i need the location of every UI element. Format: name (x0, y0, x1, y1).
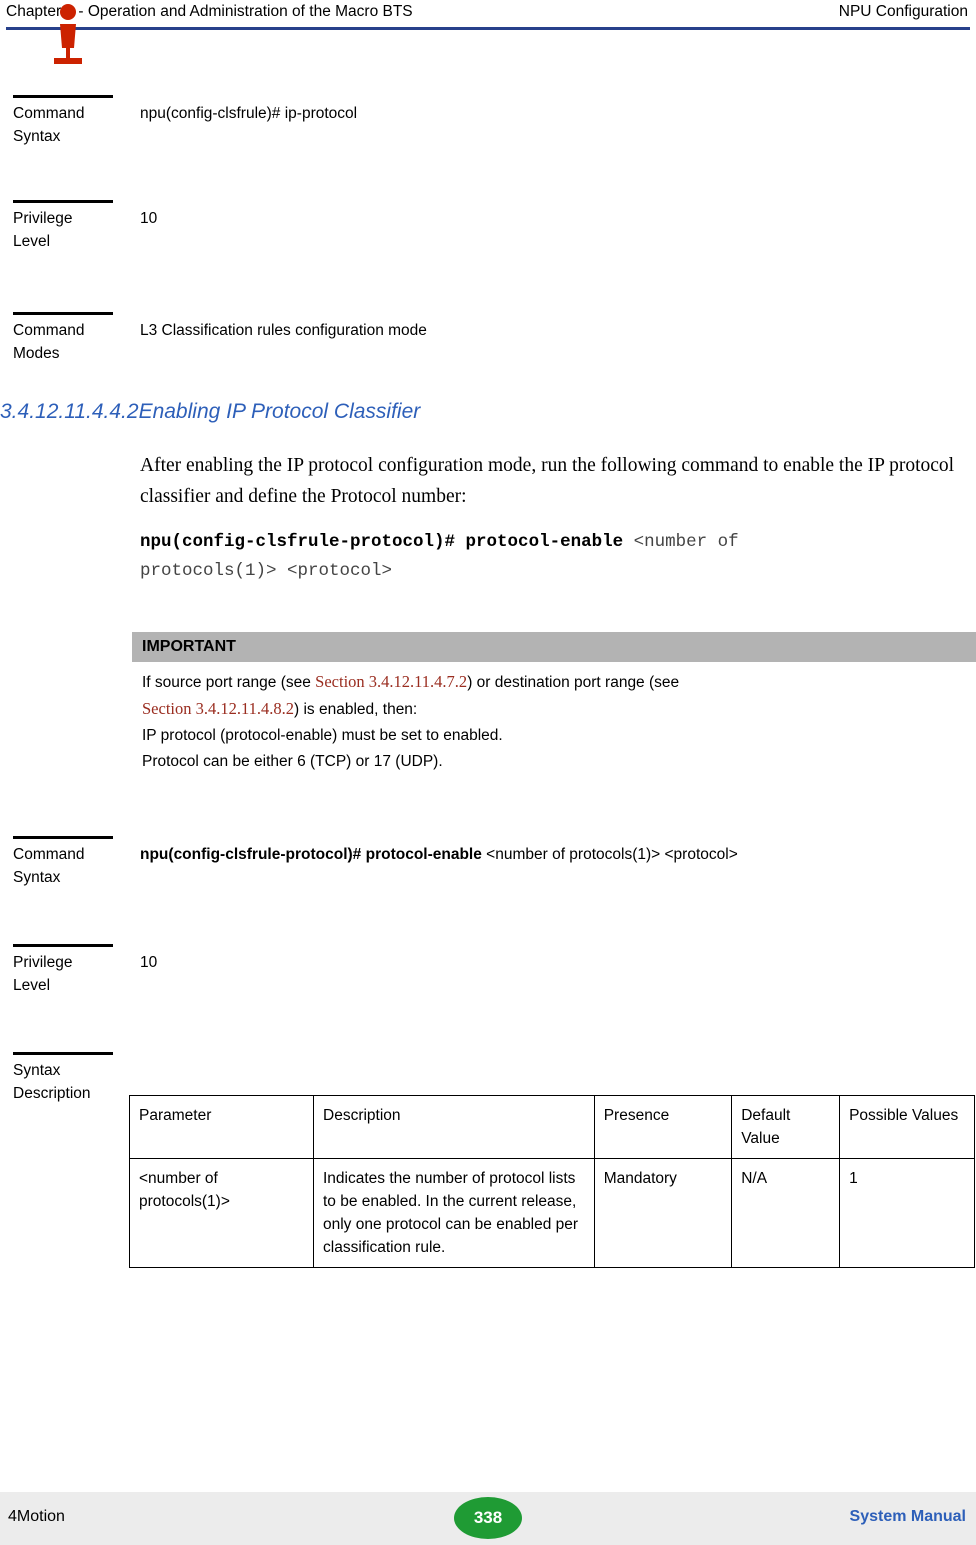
footer-manual-title: System Manual (849, 1508, 966, 1525)
privilege-level-block-1: Privilege Level 10 (0, 200, 976, 298)
command-syntax-value-2-args: <number of protocols(1)> <protocol> (481, 846, 738, 863)
cell-possible-values: 1 (839, 1158, 975, 1268)
cell-description: Indicates the number of protocol lists t… (313, 1158, 595, 1268)
table-header-description: Description (313, 1095, 595, 1159)
code-arg-part2: protocols(1)> <protocol> (140, 561, 393, 581)
command-syntax-value-2-bold: npu(config-clsfrule-protocol)# protocol-… (140, 846, 482, 863)
privilege-level-label-1: Privilege Level (13, 210, 73, 250)
code-command-line2: protocols(1)> <protocol> (140, 557, 970, 586)
header-divider (6, 27, 970, 30)
command-syntax-label-1: Command Syntax (13, 105, 85, 145)
command-modes-block-1: Command Modes L3 Classification rules co… (0, 312, 976, 392)
footer-product-name: 4Motion (8, 1508, 65, 1525)
command-modes-value-1: L3 Classification rules configuration mo… (140, 322, 427, 339)
command-syntax-block-1: Command Syntax npu(config-clsfrule)# ip-… (0, 95, 976, 193)
header-section-title: NPU Configuration (838, 3, 968, 20)
syntax-description-label: Syntax Description (13, 1062, 91, 1102)
section-heading: 3.4.12.11.4.4.2Enabling IP Protocol Clas… (0, 400, 420, 424)
note-line2-post: ) is enabled, then: (294, 701, 418, 718)
block-top-rule (13, 95, 113, 98)
code-command-prompt: npu(config-clsfrule-protocol)# protocol-… (140, 532, 624, 552)
note-line-2: Section 3.4.12.11.4.8.2) is enabled, the… (142, 697, 968, 722)
section-number: 3.4.12.11.4.4.2 (0, 400, 139, 423)
cell-presence: Mandatory (593, 1158, 733, 1268)
note-xref-1[interactable]: Section 3.4.12.11.4.7.2 (315, 672, 467, 691)
parameter-table: Parameter Description Presence Default V… (129, 1095, 975, 1268)
block-top-rule (13, 200, 113, 203)
command-syntax-label-2: Command Syntax (13, 846, 85, 886)
block-top-rule (13, 312, 113, 315)
cell-default-value: N/A (731, 1158, 841, 1268)
command-modes-label-1: Command Modes (13, 322, 85, 362)
page-footer: 4Motion 338 System Manual (0, 1492, 976, 1545)
note-line1-pre: If source port range (see (142, 674, 316, 691)
footer-page-number: 338 (454, 1497, 522, 1539)
note-body: If source port range (see Section 3.4.12… (132, 662, 976, 780)
table-header-default-value: Default Value (731, 1095, 841, 1159)
table-row: <number of protocols(1)> Indicates the n… (129, 1158, 975, 1268)
code-command-line1: npu(config-clsfrule-protocol)# protocol-… (140, 528, 970, 557)
important-note: IMPORTANT If source port range (see Sect… (132, 632, 976, 780)
privilege-level-label-2: Privilege Level (13, 954, 73, 994)
note-line-1: If source port range (see Section 3.4.12… (142, 670, 968, 695)
block-top-rule (13, 836, 113, 839)
table-header-possible-values: Possible Values (839, 1095, 975, 1159)
cell-parameter: <number of protocols(1)> (129, 1158, 314, 1268)
note-line1-mid: ) or destination port range (see (467, 674, 680, 691)
table-header-row: Parameter Description Presence Default V… (129, 1095, 975, 1159)
section-title: Enabling IP Protocol Classifier (138, 400, 421, 423)
command-syntax-block-2: Command Syntax npu(config-clsfrule-proto… (0, 836, 976, 934)
intro-paragraph: After enabling the IP protocol configura… (140, 455, 955, 507)
block-top-rule (13, 1052, 113, 1055)
privilege-level-value-2: 10 (140, 954, 158, 971)
block-top-rule (13, 944, 113, 947)
privilege-level-value-1: 10 (140, 210, 158, 227)
table-header-parameter: Parameter (129, 1095, 314, 1159)
command-syntax-value-2: npu(config-clsfrule-protocol)# protocol-… (140, 843, 966, 866)
note-title: IMPORTANT (132, 632, 976, 662)
note-line-3: IP protocol (protocol-enable) must be se… (142, 727, 503, 744)
note-line-4: Protocol can be either 6 (TCP) or 17 (UD… (142, 753, 443, 770)
info-icon (40, 2, 96, 66)
table-header-presence: Presence (593, 1095, 733, 1159)
code-arg-part1: <number of (623, 532, 739, 552)
note-xref-2[interactable]: Section 3.4.12.11.4.8.2 (142, 699, 294, 718)
page-header: Chapter 3 - Operation and Administration… (0, 0, 976, 30)
privilege-level-block-2: Privilege Level 10 (0, 944, 976, 1042)
command-syntax-value-1: npu(config-clsfrule)# ip-protocol (140, 105, 358, 122)
